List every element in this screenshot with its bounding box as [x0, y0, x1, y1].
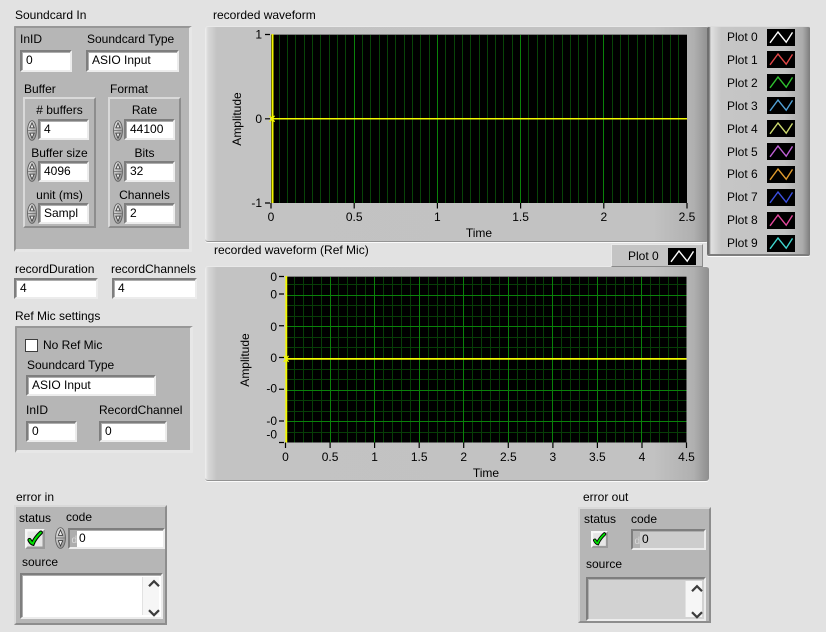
- svg-text:1: 1: [434, 210, 441, 224]
- svg-text:2.5: 2.5: [500, 450, 517, 464]
- svg-text:1: 1: [255, 28, 262, 42]
- svg-text:-0: -0: [266, 382, 277, 396]
- svg-text:1.5: 1.5: [411, 450, 428, 464]
- svg-text:0: 0: [255, 112, 262, 126]
- svg-text:-0: -0: [266, 428, 277, 442]
- svg-text:Amplitude: Amplitude: [238, 333, 252, 387]
- svg-text:1.5: 1.5: [512, 210, 529, 224]
- svg-text:0: 0: [270, 288, 277, 302]
- svg-text:1: 1: [371, 450, 378, 464]
- svg-text:0: 0: [270, 351, 277, 365]
- svg-text:2: 2: [460, 450, 467, 464]
- svg-text:0: 0: [268, 210, 275, 224]
- svg-text:Time: Time: [473, 466, 500, 480]
- svg-text:3.5: 3.5: [589, 450, 606, 464]
- svg-text:3: 3: [550, 450, 557, 464]
- svg-text:0: 0: [270, 270, 277, 284]
- svg-text:4: 4: [639, 450, 646, 464]
- svg-text:Amplitude: Amplitude: [230, 92, 244, 146]
- svg-text:4.5: 4.5: [678, 450, 695, 464]
- svg-text:0: 0: [270, 320, 277, 334]
- svg-text:-1: -1: [251, 196, 262, 210]
- svg-text:Time: Time: [466, 226, 493, 240]
- svg-text:2: 2: [600, 210, 607, 224]
- svg-text:0: 0: [282, 450, 289, 464]
- svg-text:0.5: 0.5: [346, 210, 363, 224]
- svg-text:0.5: 0.5: [322, 450, 339, 464]
- svg-text:2.5: 2.5: [679, 210, 696, 224]
- svg-text:-0: -0: [266, 414, 277, 428]
